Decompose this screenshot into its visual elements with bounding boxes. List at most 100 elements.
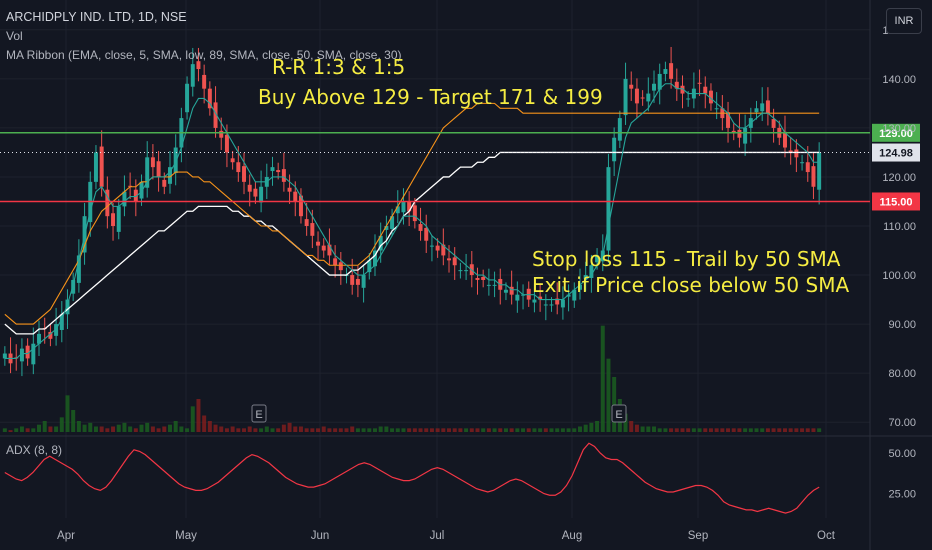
- volume-bar: [555, 428, 560, 432]
- volume-bar: [703, 428, 708, 432]
- volume-bar: [213, 424, 218, 432]
- volume-bar: [691, 428, 696, 432]
- volume-bar: [333, 428, 338, 432]
- candle-body: [435, 245, 440, 251]
- volume-bar: [310, 428, 315, 432]
- price-tick-label: 80.00: [888, 368, 916, 380]
- currency-button[interactable]: INR: [886, 8, 922, 34]
- candle-body: [492, 284, 497, 286]
- candle-body: [429, 245, 434, 247]
- volume-bar: [657, 428, 662, 432]
- volume-bar: [595, 421, 600, 432]
- x-tick-label: May: [175, 530, 197, 542]
- candle-body: [316, 241, 321, 246]
- candle-body: [646, 93, 651, 102]
- volume-label[interactable]: Vol: [6, 29, 23, 43]
- candle-body: [811, 166, 816, 187]
- volume-bar: [726, 428, 731, 432]
- candle-body: [310, 223, 315, 236]
- earnings-marker-label[interactable]: E: [615, 409, 622, 421]
- price-tick-label: 90.00: [888, 319, 916, 331]
- volume-bar: [560, 428, 565, 432]
- candle-body: [185, 83, 190, 113]
- volume-bar: [748, 428, 753, 432]
- candle-body: [714, 108, 719, 110]
- volume-bar: [14, 428, 19, 432]
- volume-bar: [59, 417, 64, 432]
- volume-bar: [105, 428, 110, 432]
- x-tick-label: Sep: [688, 530, 708, 542]
- x-tick-label: Jul: [430, 530, 445, 542]
- price-tick-label: 120.00: [882, 172, 916, 184]
- price-tick-label: 130.00: [882, 123, 916, 135]
- volume-bar: [253, 428, 258, 432]
- volume-bar: [777, 428, 782, 432]
- volume-bar: [498, 428, 503, 432]
- volume-bar: [65, 395, 70, 432]
- candle-body: [663, 69, 668, 74]
- volume-bar: [538, 428, 543, 432]
- volume-bar: [139, 424, 144, 432]
- volume-bar: [88, 422, 93, 432]
- volume-bar: [731, 428, 736, 432]
- volume-bar: [714, 428, 719, 432]
- volume-bar: [264, 426, 269, 432]
- candle-body: [486, 284, 491, 286]
- volume-bar: [424, 428, 429, 432]
- volume-bar: [549, 428, 554, 432]
- volume-bar: [566, 428, 571, 432]
- volume-bar: [133, 428, 138, 432]
- candle-body: [634, 88, 639, 104]
- volume-bar: [577, 426, 582, 432]
- candle-body: [543, 304, 548, 306]
- volume-bar: [242, 428, 247, 432]
- candle-body: [612, 137, 617, 162]
- annotation-stop-loss: Stop loss 115 - Trail by 50 SMA: [532, 247, 841, 271]
- volume-bar: [185, 428, 190, 432]
- volume-bar: [372, 428, 377, 432]
- candle-body: [737, 129, 742, 138]
- volume-bar: [207, 421, 212, 432]
- volume-bar: [401, 428, 406, 432]
- volume-bar: [111, 426, 116, 432]
- volume-bar: [481, 428, 486, 432]
- adx-label[interactable]: ADX (8, 8): [6, 443, 62, 457]
- volume-bar: [760, 428, 765, 432]
- volume-bar: [162, 426, 167, 432]
- volume-bar: [71, 410, 76, 432]
- level-label-115.00: 115.00: [879, 196, 912, 208]
- level-label-124.98: 124.98: [879, 148, 913, 160]
- volume-bar: [361, 428, 366, 432]
- volume-bar: [167, 424, 172, 432]
- symbol-title[interactable]: ARCHIDPLY IND. LTD, 1D, NSE: [6, 10, 187, 24]
- candle-body: [697, 82, 702, 84]
- candle-body: [156, 161, 161, 177]
- volume-bar: [321, 426, 326, 432]
- volume-bar: [384, 426, 389, 432]
- volume-bar: [486, 428, 491, 432]
- volume-bar: [492, 428, 497, 432]
- candle-body: [805, 162, 810, 173]
- candle-body: [236, 162, 241, 173]
- candle-body: [2, 353, 7, 359]
- volume-bar: [418, 428, 423, 432]
- volume-bar: [526, 428, 531, 432]
- candle-body: [224, 134, 229, 153]
- earnings-marker-label[interactable]: E: [255, 409, 262, 421]
- candle-body: [447, 258, 452, 261]
- candle-body: [253, 188, 258, 197]
- volume-bar: [276, 428, 281, 432]
- candle-body: [350, 275, 355, 285]
- volume-bar: [589, 422, 594, 432]
- candle-body: [794, 149, 799, 158]
- volume-bar: [156, 428, 161, 432]
- volume-bar: [259, 428, 264, 432]
- candle-body: [162, 179, 167, 187]
- volume-bar: [316, 428, 321, 432]
- volume-bar: [634, 424, 639, 432]
- volume-bar: [805, 428, 810, 432]
- candle-body: [532, 299, 537, 303]
- volume-bar: [281, 424, 286, 432]
- volume-bar: [355, 428, 360, 432]
- volume-bar: [817, 428, 822, 432]
